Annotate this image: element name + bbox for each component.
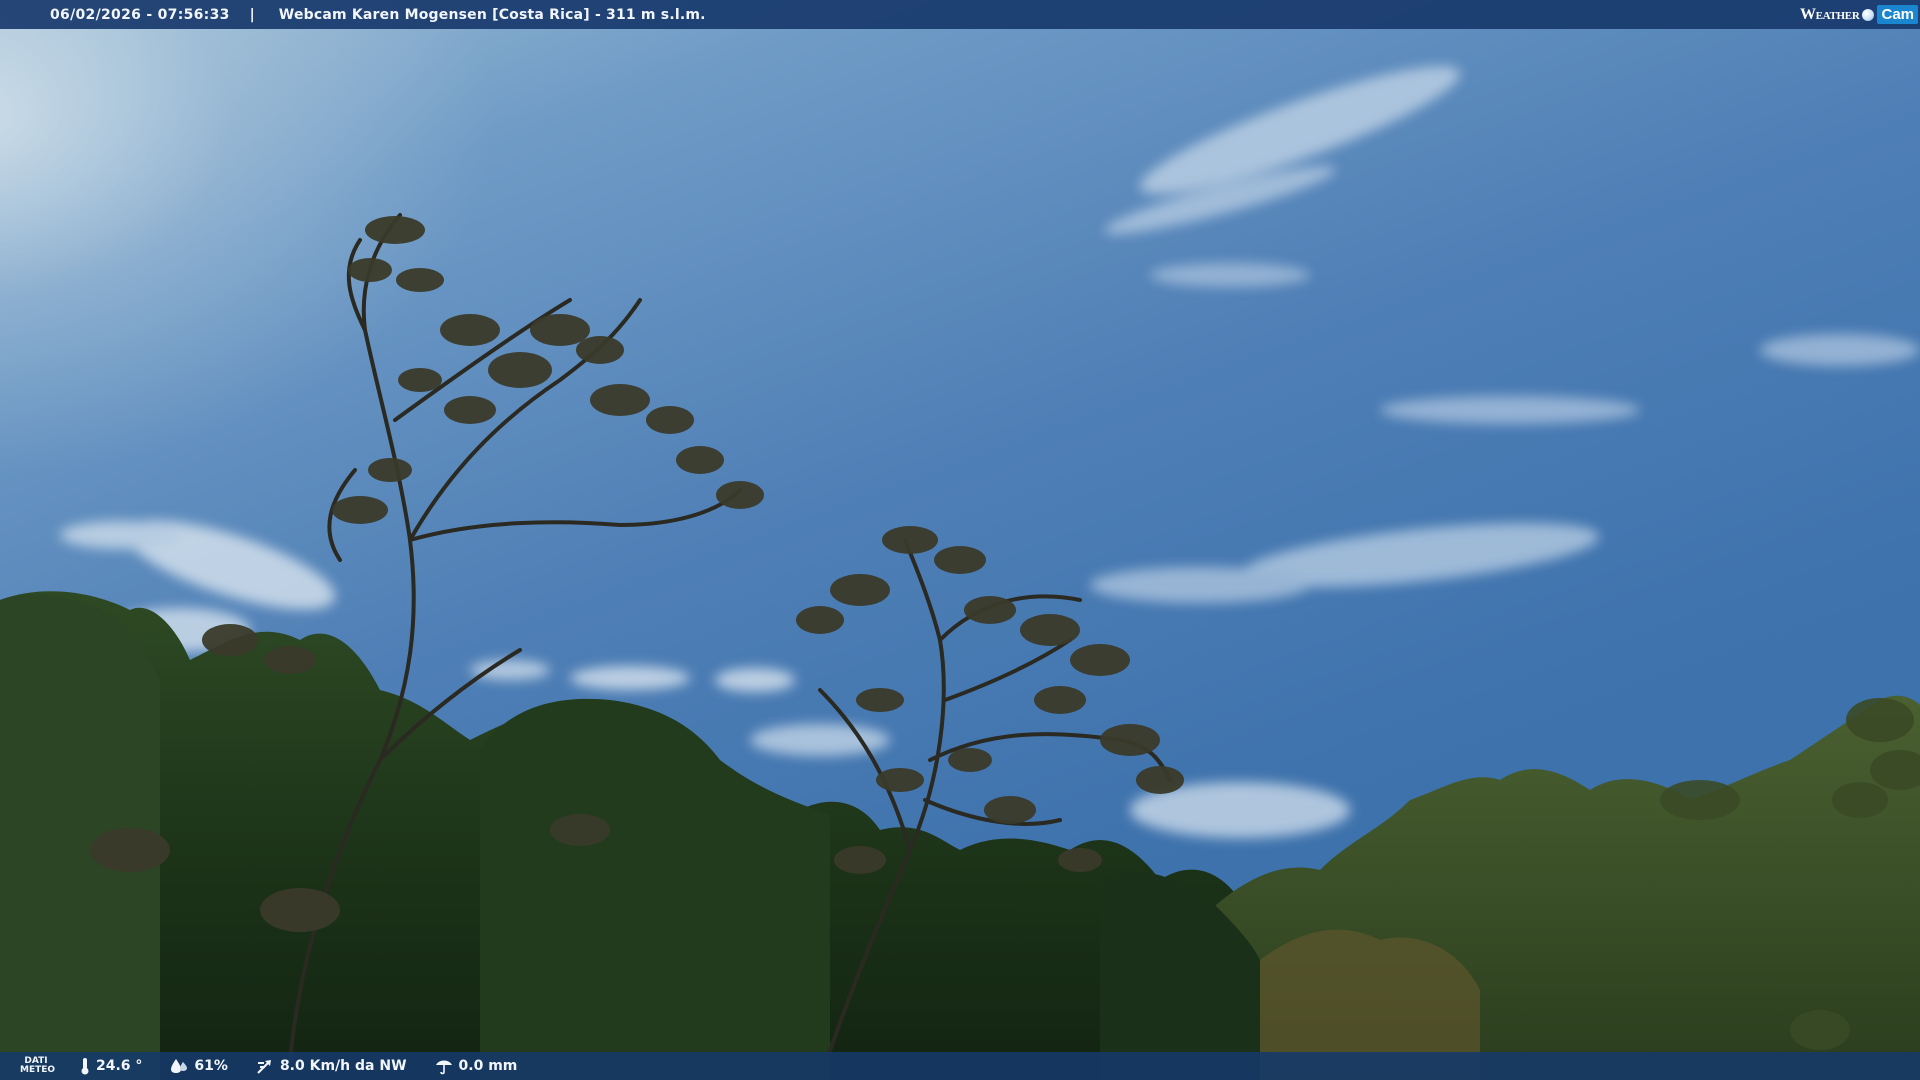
wind-value: 8.0 Km/h da NW [279,1058,407,1074]
webcam-viewport: 06/02/2026 - 07:56:33 | Webcam Karen Mog… [0,0,1920,1080]
weather-data-bar: DATI METEO 24.6 ° 61% 8.0 Km/h da NW 0.0… [0,1052,1920,1080]
wind-icon [257,1060,271,1074]
dati-meteo-label: DATI METEO [20,1057,56,1075]
weathercam-logo: Weather Cam [1800,2,1918,27]
humidity-value: 61% [194,1058,228,1074]
rain-value: 0.0 mm [458,1058,518,1074]
logo-globe-icon [1862,8,1875,21]
webcam-title: Webcam Karen Mogensen [Costa Rica] - 311… [278,6,706,23]
humidity-drop-icon [171,1059,188,1073]
datetime-stamp: 06/02/2026 - 07:56:33 [50,6,230,23]
top-info-bar: 06/02/2026 - 07:56:33 | Webcam Karen Mog… [0,0,1920,29]
logo-weather-text: Weather [1799,5,1860,23]
humidity-metric: 61% [170,1058,228,1074]
rain-icon [435,1060,452,1075]
rain-metric: 0.0 mm [435,1057,518,1075]
title-separator: | [249,6,255,23]
wind-metric: 8.0 Km/h da NW [256,1057,407,1075]
webcam-scene [0,66,1920,1080]
temperature-metric: 24.6 ° [80,1057,142,1075]
logo-cam-text: Cam [1877,5,1918,24]
thermometer-icon [81,1058,89,1075]
dati-label-line2: METEO [20,1065,56,1075]
temperature-value: 24.6 ° [96,1058,143,1074]
